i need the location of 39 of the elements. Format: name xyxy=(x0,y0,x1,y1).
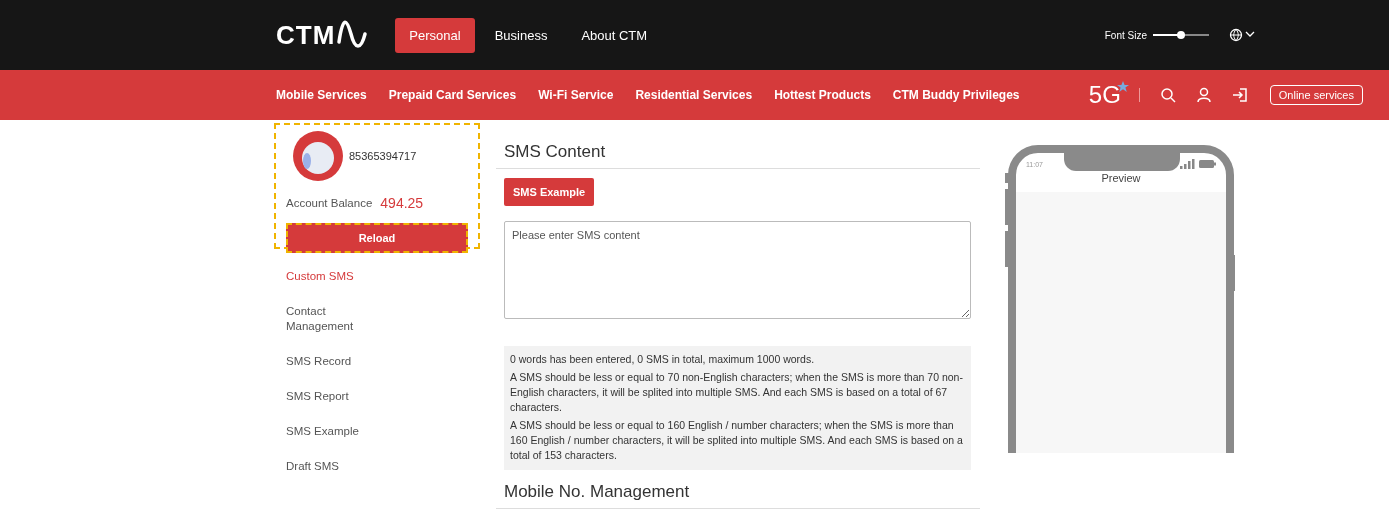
balance-label: Account Balance xyxy=(286,197,373,209)
section-title: Mobile No. Management xyxy=(496,482,980,509)
online-services-button[interactable]: Online services xyxy=(1269,85,1363,105)
account-number: 85365394717 xyxy=(349,150,417,162)
logo-text[interactable]: CTM xyxy=(276,19,336,51)
note-text: 0 words has been entered, 0 SMS in total, maximum 1000 words. xyxy=(510,352,816,367)
sidebar-item[interactable]: SMS Report xyxy=(286,389,376,404)
section-title: SMS Content xyxy=(496,142,980,169)
nav-link[interactable]: Wi-Fi Service xyxy=(538,88,614,102)
preview-title: Preview xyxy=(1100,172,1142,184)
search-icon[interactable] xyxy=(1159,87,1176,103)
nav-link[interactable]: Prepaid Card Services xyxy=(388,88,517,102)
sidebar-item[interactable]: Draft SMS xyxy=(286,459,376,474)
avatar-icon xyxy=(293,131,343,181)
sms-content-field[interactable]: Please enter SMS content xyxy=(504,221,971,319)
balance-value: 494.25 xyxy=(380,195,424,211)
nav-link[interactable]: Residential Services xyxy=(635,88,753,102)
note-text: A SMS should be less or equal to 70 non-English characters; when the SMS is more than 70 non-English characters, it will be splited into multiple SMS. And each SMS is based on a total of 67 characters. xyxy=(510,370,964,415)
5g-logo: 5G xyxy=(1088,81,1121,109)
nav-tab[interactable]: Business xyxy=(480,17,562,53)
globe-dropdown-icon[interactable] xyxy=(1229,28,1257,42)
reload-button[interactable]: Reload xyxy=(286,223,468,253)
battery-icon xyxy=(1199,160,1216,168)
note-text: A SMS should be less or equal to 160 English / number characters; when the SMS is more than 160 English / number characters, it will be splited into multiple SMS. And each SMS is based on a total of 153 characters. xyxy=(510,418,964,463)
sidebar-item[interactable]: Contact Management xyxy=(286,304,376,334)
slider-thumb[interactable] xyxy=(1177,31,1185,39)
nav-tab[interactable]: About CTM xyxy=(567,17,662,53)
login-icon[interactable] xyxy=(1231,87,1248,103)
nav-link[interactable]: CTM Buddy Privileges xyxy=(892,88,1020,102)
user-icon[interactable] xyxy=(1195,87,1212,103)
sidebar-item[interactable]: SMS Example xyxy=(286,424,376,439)
signal-icon xyxy=(1180,159,1196,169)
sidebar-item[interactable]: SMS Record xyxy=(286,354,376,369)
font-size-label: Font Size xyxy=(1104,29,1147,41)
sidebar-item[interactable]: Custom SMS xyxy=(286,269,376,284)
nav-tab[interactable]: Personal xyxy=(395,17,475,53)
nav-link[interactable]: Hottest Products xyxy=(774,88,871,102)
sms-example-button[interactable]: SMS Example xyxy=(504,178,595,206)
nav-link[interactable]: Mobile Services xyxy=(276,88,367,102)
